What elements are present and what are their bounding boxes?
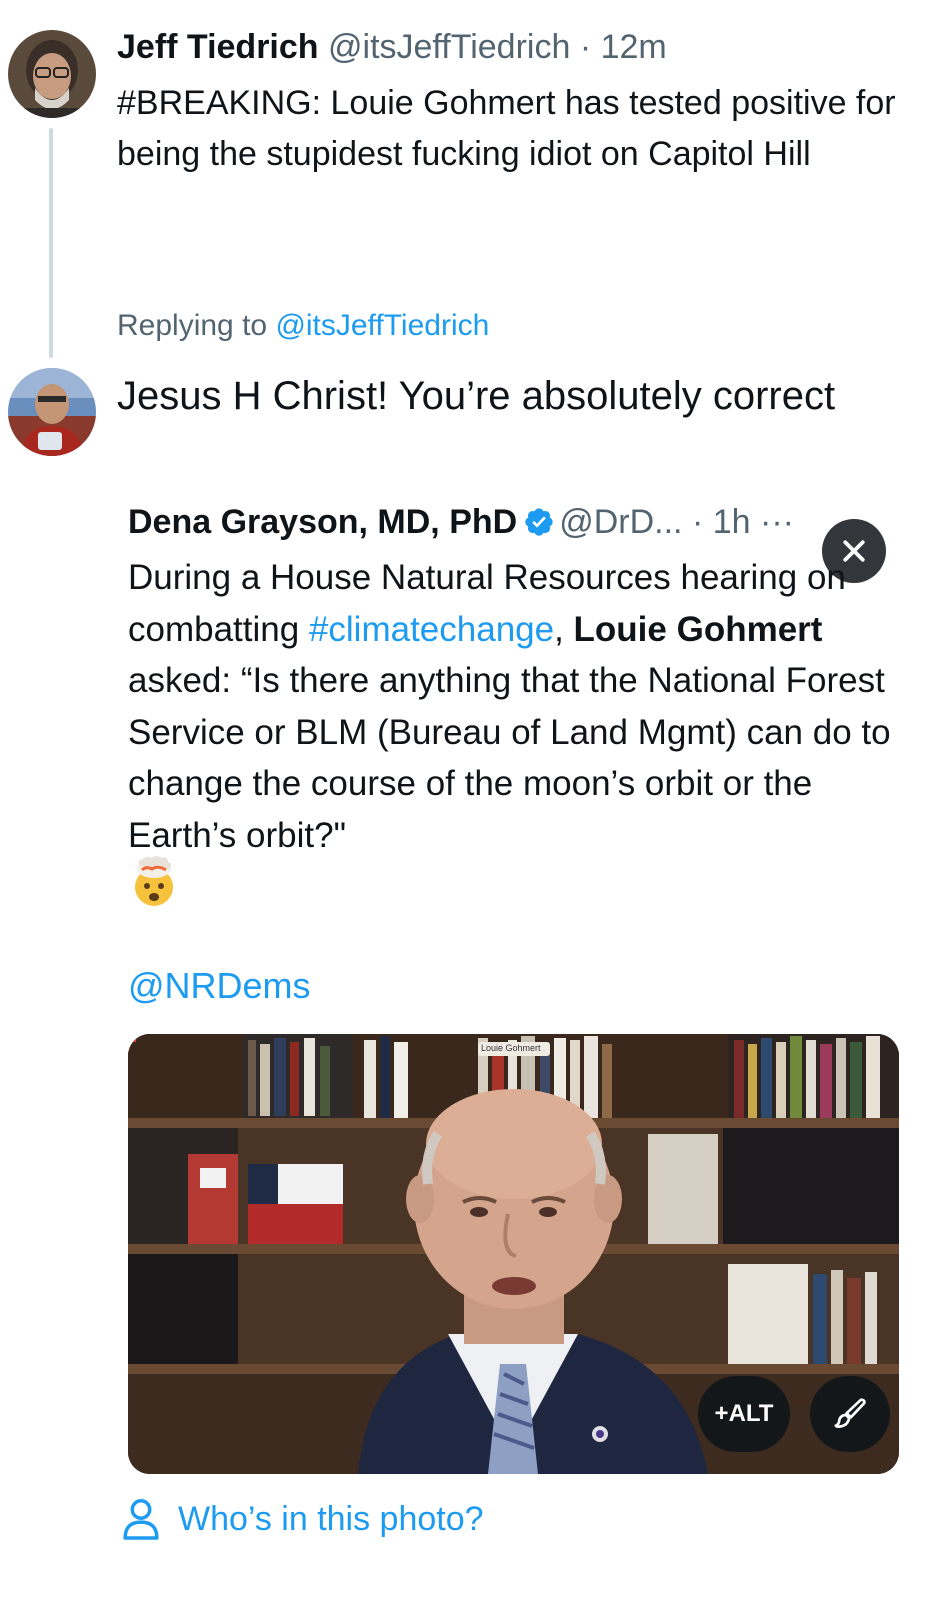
replying-prefix: Replying to bbox=[117, 309, 276, 342]
quote-text-part2: , bbox=[554, 609, 574, 649]
jeff-tiedrich-avatar[interactable] bbox=[8, 30, 96, 118]
my-avatar[interactable] bbox=[8, 368, 96, 456]
separator-dot: · bbox=[579, 28, 592, 66]
separator-dot: · bbox=[691, 503, 704, 541]
thread-connector bbox=[49, 128, 53, 358]
tag-people-label: Who’s in this photo? bbox=[178, 1499, 484, 1538]
quote-author-handle[interactable]: @DrD... bbox=[559, 503, 682, 541]
brush-icon bbox=[834, 1398, 866, 1428]
exploding-head-emoji bbox=[135, 856, 173, 906]
video-participant-label: Louie Gohmert bbox=[481, 1043, 541, 1053]
tweet-header: Jeff Tiedrich @itsJeffTiedrich · 12m bbox=[117, 26, 667, 68]
verified-badge-icon bbox=[525, 508, 553, 536]
author-name[interactable]: Jeff Tiedrich bbox=[117, 28, 319, 66]
add-alt-text-button[interactable]: +ALT bbox=[698, 1376, 790, 1452]
quote-header: Dena Grayson, MD, PhD @DrD... · 1h ··· bbox=[128, 500, 794, 544]
replying-to-line: Replying to @itsJeffTiedrich bbox=[117, 306, 489, 346]
quote-time[interactable]: 1h bbox=[713, 503, 751, 541]
quote-text: During a House Natural Resources hearing… bbox=[128, 552, 918, 861]
quote-text-part3: asked: “Is there anything that the Natio… bbox=[128, 661, 891, 855]
tweet-time[interactable]: 12m bbox=[601, 28, 667, 66]
person-icon bbox=[123, 1499, 159, 1540]
author-handle[interactable]: @itsJeffTiedrich bbox=[328, 28, 570, 66]
reply-text: Jesus H Christ! You’re absolutely correc… bbox=[117, 374, 836, 418]
nrdems-mention[interactable]: @NRDems bbox=[128, 962, 311, 1010]
tweet-text: #BREAKING: Louie Gohmert has tested posi… bbox=[117, 84, 896, 173]
hashtag-link[interactable]: #climatechange bbox=[309, 610, 554, 649]
replying-to-handle[interactable]: @itsJeffTiedrich bbox=[275, 309, 489, 342]
tag-people-button[interactable]: Who’s in this photo? bbox=[122, 1494, 484, 1544]
edit-media-button[interactable] bbox=[810, 1376, 890, 1452]
more-icon[interactable]: ··· bbox=[760, 503, 794, 541]
quote-author-name[interactable]: Dena Grayson, MD, PhD bbox=[128, 503, 517, 541]
bold-name: Louie Gohmert bbox=[573, 609, 823, 649]
